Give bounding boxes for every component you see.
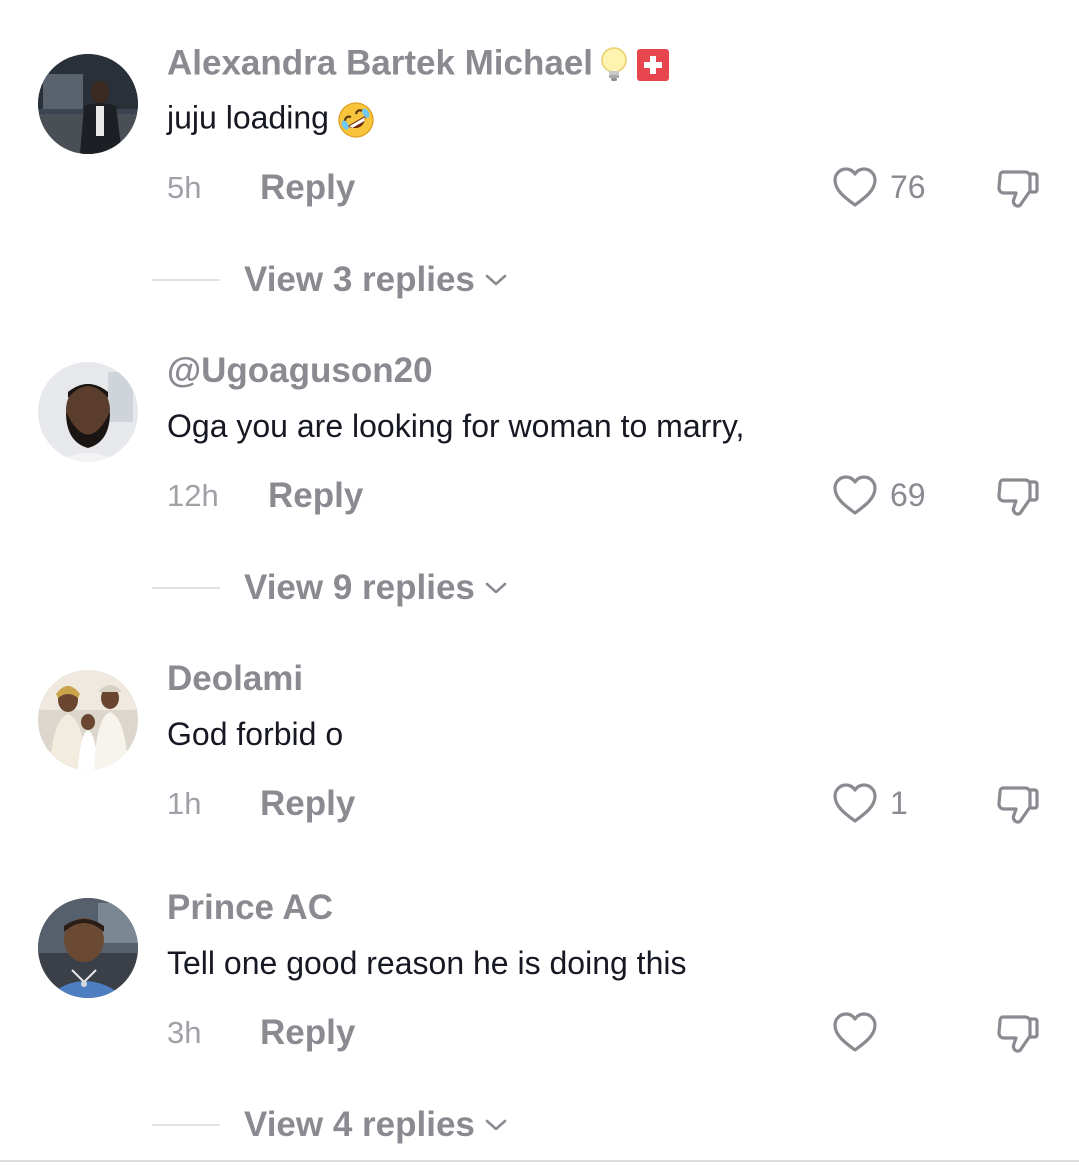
comment-username[interactable]: @Ugoaguson20 [167,353,433,388]
like-button[interactable]: 76 [832,166,926,208]
heart-outline-icon [833,167,877,207]
comment-timestamp: 3h [167,1015,202,1050]
avatar[interactable] [38,54,138,154]
comment-username[interactable]: Alexandra Bartek Michael [167,45,670,85]
chevron-down-icon [485,274,507,285]
thumbs-down-outline-icon [997,1015,1039,1053]
reply-button[interactable]: Reply [260,1015,355,1050]
thumbs-down-outline-icon [997,170,1039,208]
avatar[interactable] [38,670,138,770]
thumbs-down-outline-icon [997,786,1039,824]
reply-button[interactable]: Reply [260,786,355,821]
view-replies-button[interactable]: View 3 replies [152,262,507,297]
view-replies-button[interactable]: View 4 replies [152,1107,507,1142]
dislike-button[interactable] [995,782,1041,828]
like-count: 76 [890,169,926,205]
comment-username[interactable]: Prince AC [167,890,333,925]
comment-timestamp: 5h [167,170,202,205]
avatar[interactable] [38,898,138,998]
reply-button[interactable]: Reply [260,170,355,205]
reply-button[interactable]: Reply [268,478,363,513]
rolling-on-floor-laughing-icon [338,102,374,138]
heart-outline-icon [833,475,877,515]
bottom-divider [0,1160,1079,1162]
comment-timestamp: 12h [167,478,219,513]
replies-divider [152,1123,220,1126]
comment-text: Tell one good reason he is doing this [167,945,687,981]
comment-timestamp: 1h [167,786,202,821]
dislike-button[interactable] [995,166,1041,212]
replies-divider [152,586,220,589]
comment-text: juju loading [167,101,375,139]
light-bulb-icon [601,47,627,81]
like-button[interactable] [832,1011,890,1053]
chevron-down-icon [485,1119,507,1130]
chevron-down-icon [485,582,507,593]
like-button[interactable]: 69 [832,474,926,516]
heart-outline-icon [833,1012,877,1052]
heart-outline-icon [833,783,877,823]
comment-text: God forbid o [167,716,344,752]
comment-text: Oga you are looking for woman to marry, [167,408,745,444]
like-count: 69 [890,477,926,513]
like-count: 1 [890,785,908,821]
thumbs-down-outline-icon [997,478,1039,516]
like-button[interactable]: 1 [832,782,908,824]
replies-divider [152,278,220,281]
dislike-button[interactable] [995,474,1041,520]
view-replies-button[interactable]: View 9 replies [152,570,507,605]
swiss-flag-icon [637,49,670,81]
dislike-button[interactable] [995,1011,1041,1057]
avatar[interactable] [38,362,138,462]
comment-username[interactable]: Deolami [167,661,303,696]
